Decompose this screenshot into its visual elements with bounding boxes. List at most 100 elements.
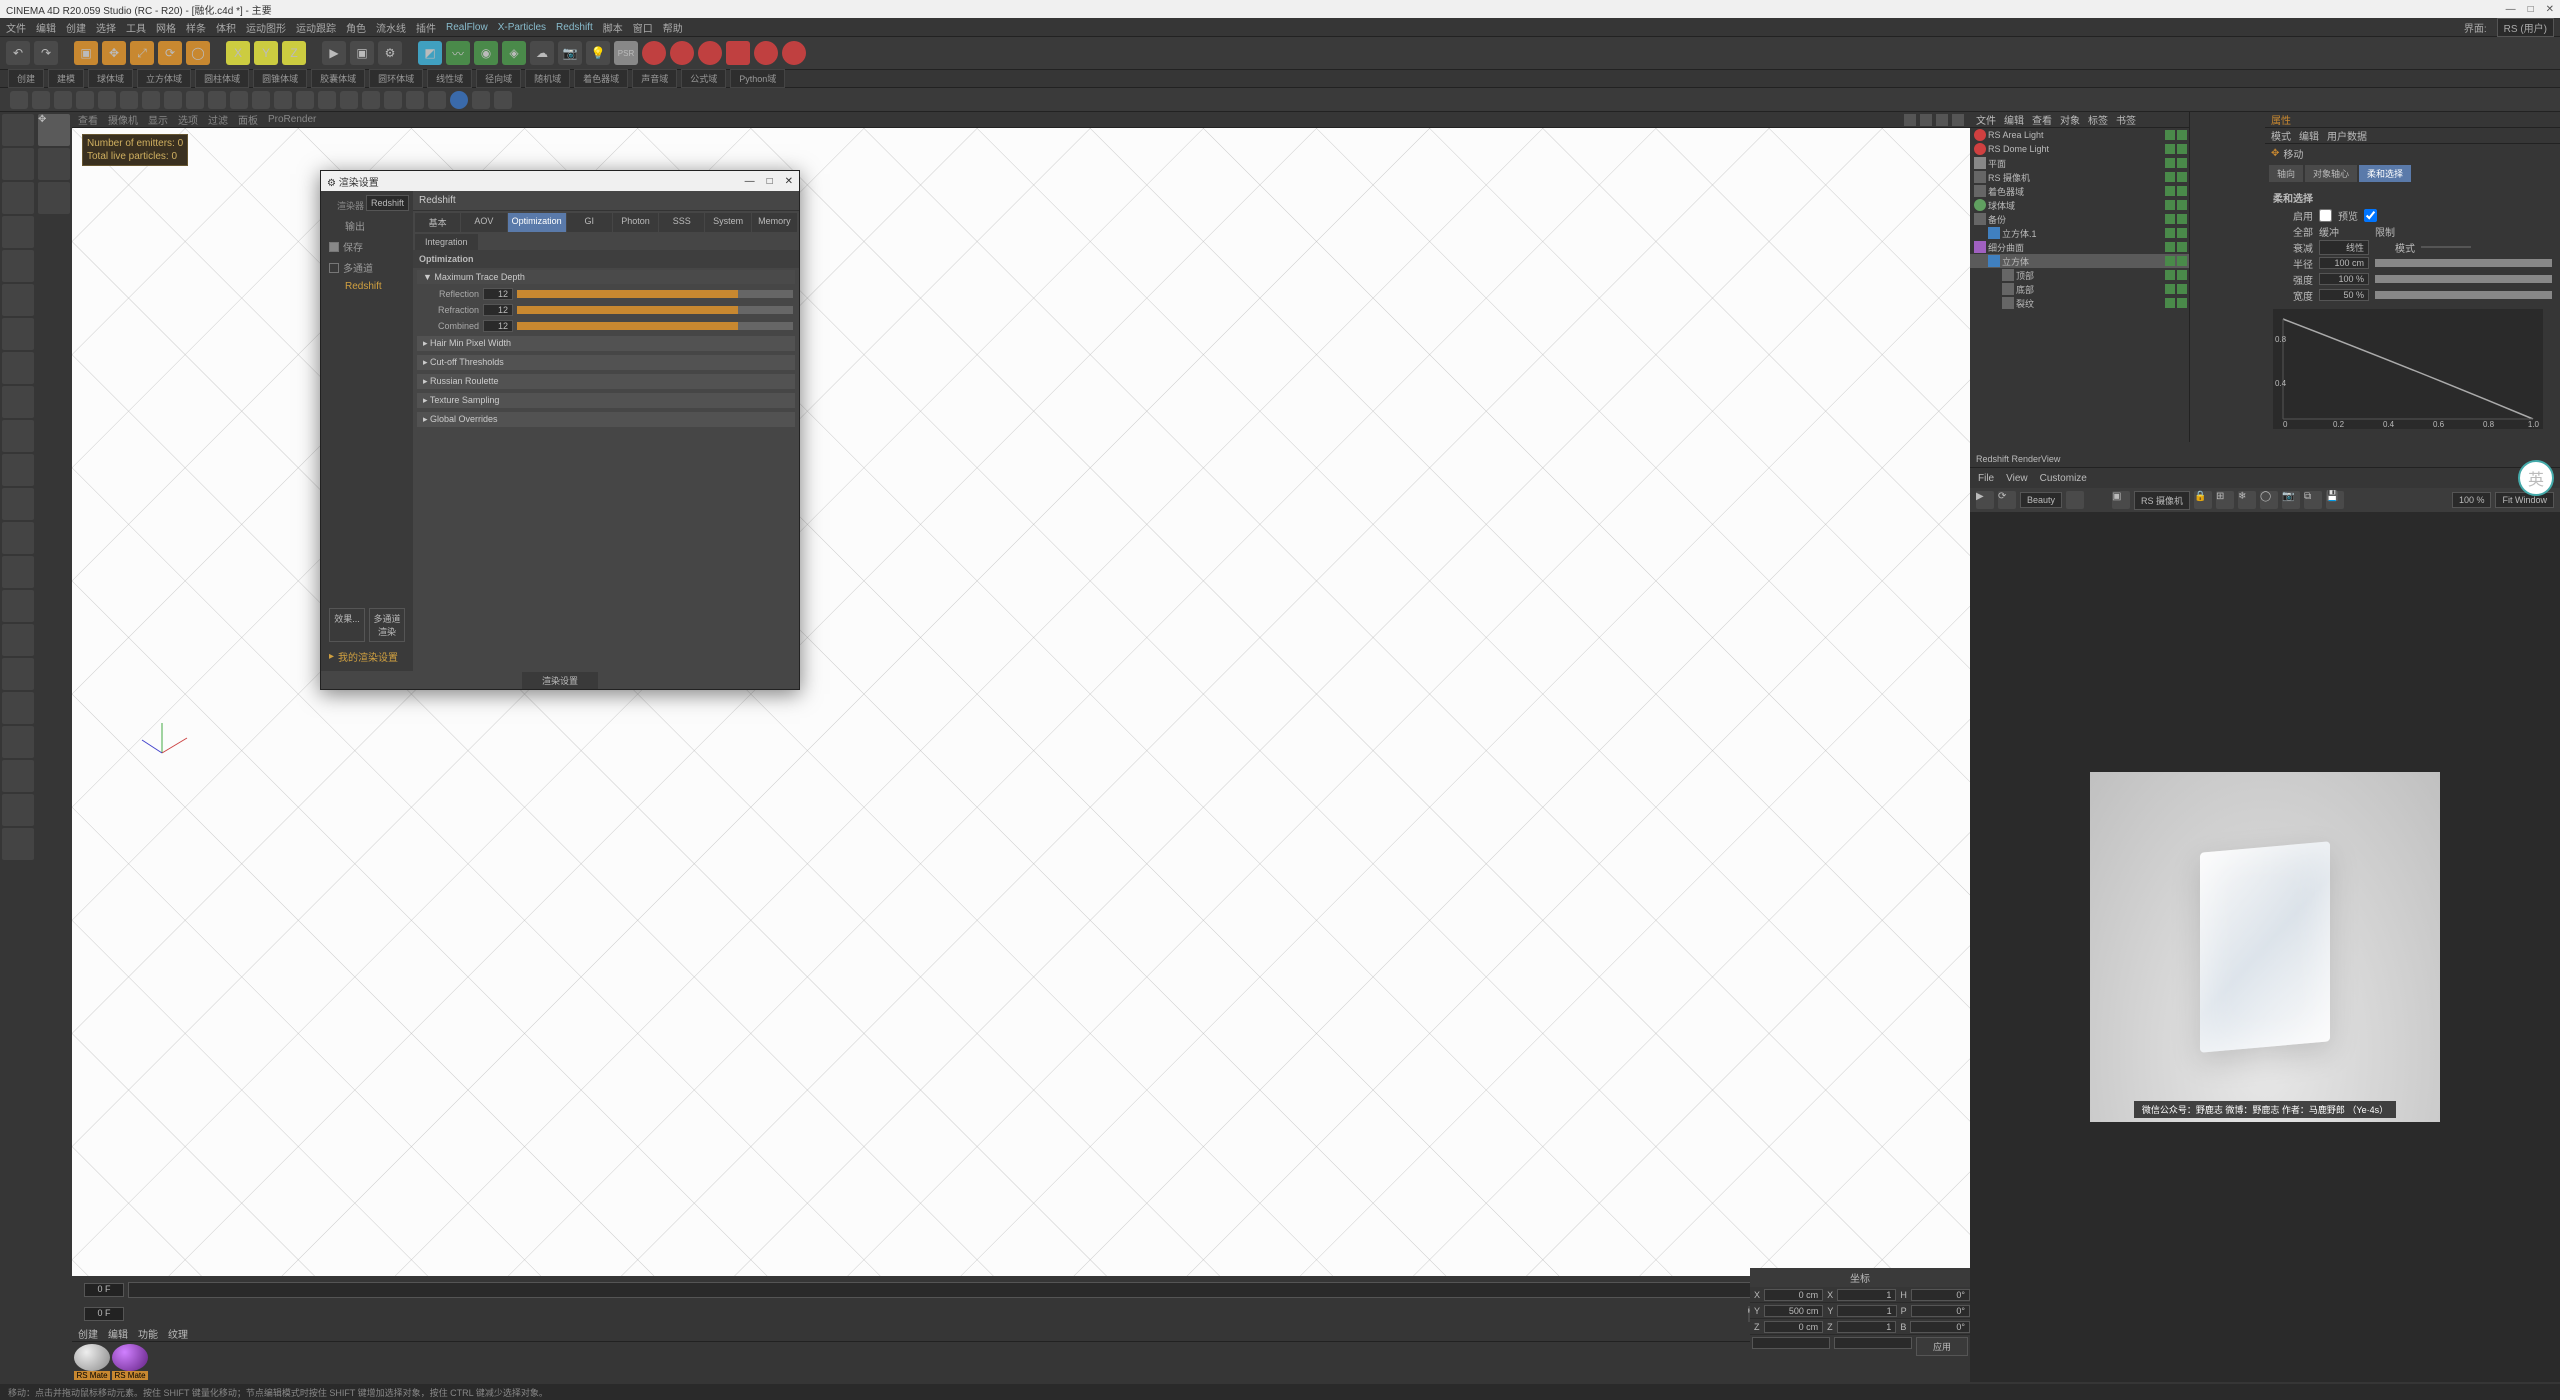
mat-edit[interactable]: 编辑 — [108, 1326, 128, 1341]
menu-realflow[interactable]: RealFlow — [446, 22, 488, 33]
om-tags[interactable]: 标签 — [2088, 112, 2108, 127]
menu-file[interactable]: 文件 — [6, 20, 26, 35]
menu-window[interactable]: 窗口 — [633, 20, 653, 35]
coord-field[interactable]: 0° — [1911, 1289, 1970, 1301]
mode-dd[interactable] — [2421, 246, 2471, 248]
shelf-linear-field[interactable]: 线性域 — [427, 69, 472, 88]
menu-xparticles[interactable]: X-Particles — [498, 22, 546, 33]
vis-render-icon[interactable] — [2177, 130, 2187, 140]
poly-mode-icon[interactable] — [2, 250, 34, 282]
max-trace-depth-group[interactable]: ▼ Maximum Trace Depth — [417, 270, 795, 284]
refraction-slider[interactable] — [517, 306, 793, 314]
object-row[interactable]: 底部 — [1970, 282, 2189, 296]
effect-button[interactable]: 效果... — [329, 608, 365, 642]
strength-slider[interactable] — [2375, 275, 2552, 283]
close-icon[interactable]: ✕ — [2546, 4, 2554, 15]
sec-icon-10[interactable] — [208, 91, 226, 109]
object-tree[interactable]: RS Area LightRS Dome Light平面RS 摄像机着色器域球体… — [1970, 128, 2189, 442]
dialog-maximize-icon[interactable]: □ — [767, 176, 773, 187]
combined-slider[interactable] — [517, 322, 793, 330]
rv-bucket-icon[interactable] — [2066, 491, 2084, 509]
sec-icon-8[interactable] — [164, 91, 182, 109]
vis-render-icon[interactable] — [2177, 228, 2187, 238]
vp-display[interactable]: 显示 — [148, 112, 168, 127]
snap-14-icon[interactable] — [2, 794, 34, 826]
rv-snapshot-icon[interactable]: 📷 — [2282, 491, 2300, 509]
rv-grid-icon[interactable]: ⊞ — [2216, 491, 2234, 509]
vp-nav-3-icon[interactable] — [1936, 114, 1948, 126]
camera-icon[interactable]: 📷 — [558, 41, 582, 65]
sec-icon-7[interactable] — [142, 91, 160, 109]
om-edit[interactable]: 编辑 — [2004, 112, 2024, 127]
object-row[interactable]: 平面 — [1970, 156, 2189, 170]
radius-slider[interactable] — [2375, 259, 2552, 267]
layout-dropdown[interactable]: RS (用户) — [2497, 18, 2554, 37]
mat-func[interactable]: 功能 — [138, 1326, 158, 1341]
axis-y-icon[interactable]: Y — [254, 41, 278, 65]
texture-mode-icon[interactable] — [2, 148, 34, 180]
attr-tab-axis[interactable]: 轴向 — [2269, 165, 2303, 182]
vis-editor-icon[interactable] — [2165, 186, 2175, 196]
vis-editor-icon[interactable] — [2165, 256, 2175, 266]
tab-sss[interactable]: SSS — [659, 213, 704, 232]
sec-icon-3[interactable] — [54, 91, 72, 109]
vis-editor-icon[interactable] — [2165, 200, 2175, 210]
material-2[interactable] — [112, 1344, 148, 1371]
tab-aov[interactable]: AOV — [461, 213, 506, 232]
sec-icon-4[interactable] — [76, 91, 94, 109]
point-mode-icon[interactable] — [2, 182, 34, 214]
axis-z-icon[interactable]: Z — [282, 41, 306, 65]
global-group[interactable]: ▸ Global Overrides — [417, 412, 795, 427]
snap-7-icon[interactable] — [2, 556, 34, 588]
vp-camera[interactable]: 摄像机 — [108, 112, 138, 127]
sec-icon-2[interactable] — [32, 91, 50, 109]
record-6-icon[interactable] — [782, 41, 806, 65]
maximize-icon[interactable]: □ — [2528, 4, 2534, 15]
shelf-cone-field[interactable]: 圆锥体域 — [253, 69, 307, 88]
knife-icon[interactable] — [38, 182, 70, 214]
scale-tool-icon[interactable]: ⤢ — [130, 41, 154, 65]
render-icon[interactable]: ▶ — [322, 41, 346, 65]
vis-render-icon[interactable] — [2177, 144, 2187, 154]
menu-edit[interactable]: 编辑 — [36, 20, 56, 35]
menu-tracker[interactable]: 运动跟踪 — [296, 20, 336, 35]
sec-icon-22[interactable] — [494, 91, 512, 109]
vis-render-icon[interactable] — [2177, 200, 2187, 210]
axis-mode-icon[interactable] — [2, 284, 34, 316]
snap-6-icon[interactable] — [2, 522, 34, 554]
vp-nav-4-icon[interactable] — [1952, 114, 1964, 126]
object-row[interactable]: 细分曲面 — [1970, 240, 2189, 254]
snap-5-icon[interactable] — [2, 488, 34, 520]
vis-editor-icon[interactable] — [2165, 228, 2175, 238]
shelf-python-field[interactable]: Python域 — [730, 69, 785, 88]
lasso-icon[interactable]: ◯ — [186, 41, 210, 65]
environment-icon[interactable]: ☁ — [530, 41, 554, 65]
enable-checkbox[interactable] — [2319, 209, 2332, 222]
coord-field[interactable]: 0 cm — [1764, 1289, 1823, 1301]
rv-circle-icon[interactable]: ◯ — [2260, 491, 2278, 509]
rv-file[interactable]: File — [1978, 473, 1994, 484]
brush-icon[interactable] — [38, 148, 70, 180]
shelf-formula-field[interactable]: 公式域 — [681, 69, 726, 88]
rv-view[interactable]: View — [2006, 473, 2028, 484]
coord-mode-2[interactable] — [1834, 1337, 1912, 1349]
render-settings-icon[interactable]: ⚙ — [378, 41, 402, 65]
vp-filter[interactable]: 过滤 — [208, 112, 228, 127]
russian-group[interactable]: ▸ Russian Roulette — [417, 374, 795, 389]
vp-nav-1-icon[interactable] — [1904, 114, 1916, 126]
om-bookmark[interactable]: 书签 — [2116, 112, 2136, 127]
tab-system[interactable]: System — [705, 213, 750, 232]
snap-9-icon[interactable] — [2, 624, 34, 656]
snap-13-icon[interactable] — [2, 760, 34, 792]
shelf-cube-field[interactable]: 立方体域 — [137, 69, 191, 88]
object-row[interactable]: 球体域 — [1970, 198, 2189, 212]
snap-3-icon[interactable] — [2, 420, 34, 452]
snap-11-icon[interactable] — [2, 692, 34, 724]
shelf-model[interactable]: 建模 — [48, 69, 84, 88]
shelf-torus-field[interactable]: 圆环体域 — [369, 69, 423, 88]
rv-zoom[interactable]: 100 % — [2452, 492, 2492, 508]
vis-editor-icon[interactable] — [2165, 172, 2175, 182]
sec-icon-18[interactable] — [384, 91, 402, 109]
menu-select[interactable]: 选择 — [96, 20, 116, 35]
texture-group[interactable]: ▸ Texture Sampling — [417, 393, 795, 408]
